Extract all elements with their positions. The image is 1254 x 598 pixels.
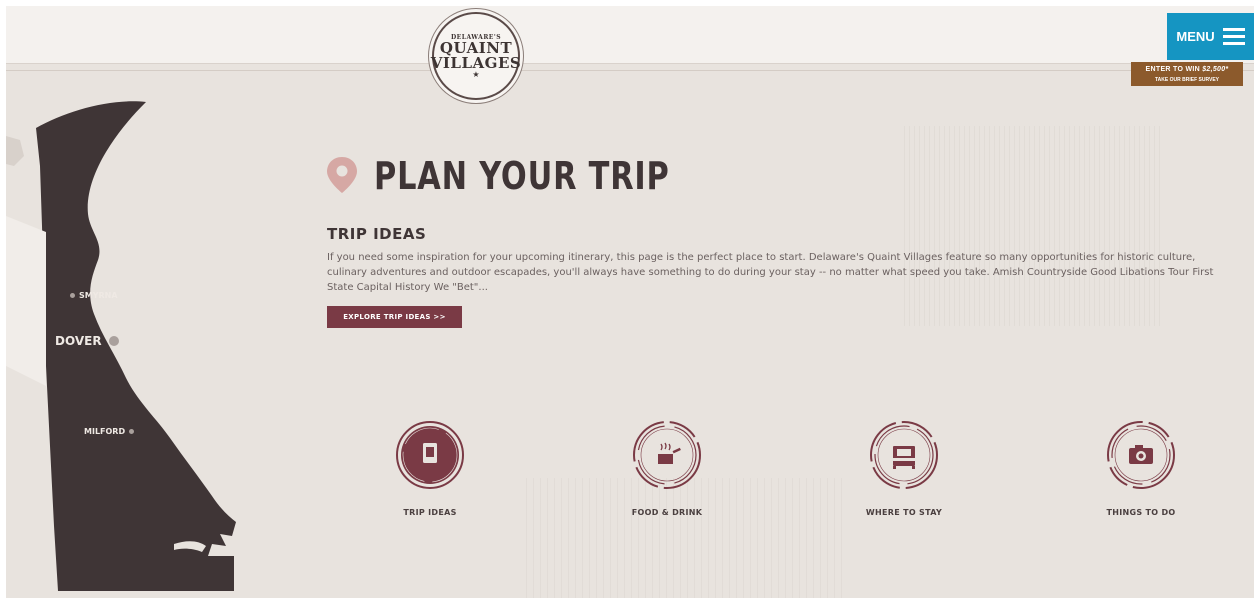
map-town-milford: MILFORD: [84, 427, 135, 436]
category-label: WHERE TO STAY: [865, 508, 943, 517]
category-trip-ideas[interactable]: TRIP IDEAS: [355, 420, 505, 517]
category-food-drink[interactable]: FOOD & DRINK: [592, 420, 742, 517]
menu-label: MENU: [1176, 29, 1215, 44]
survey-button[interactable]: ENTER TO WIN $2,500* TAKE OUR BRIEF SURV…: [1131, 62, 1243, 86]
page-title: PLAN YOUR TRIP: [374, 154, 670, 198]
hamburger-icon: [1222, 28, 1245, 45]
survey-prefix: ENTER TO WIN: [1145, 66, 1203, 73]
map-town-dover: DOVER: [55, 334, 119, 348]
map-town-smyrna: SMYRNA: [70, 291, 118, 300]
category-label: THINGS TO DO: [1106, 508, 1176, 517]
category-label: FOOD & DRINK: [631, 508, 703, 517]
wood-texture-decoration: [904, 126, 1164, 326]
trip-ideas-icon: [396, 421, 464, 489]
survey-line-2: TAKE OUR BRIEF SURVEY: [1155, 77, 1219, 83]
food-drink-icon: [633, 421, 701, 489]
category-label: TRIP IDEAS: [403, 508, 457, 517]
delaware-map: [6, 101, 236, 592]
town-name: MILFORD: [84, 427, 126, 436]
explore-trip-ideas-button[interactable]: EXPLORE TRIP IDEAS >>: [327, 306, 462, 328]
bed-icon: [870, 421, 938, 489]
survey-amount: $2,500*: [1202, 66, 1229, 73]
town-dot-icon: [108, 336, 119, 346]
land-shadow-shape: [6, 216, 46, 386]
category-things-to-do[interactable]: THINGS TO DO: [1066, 420, 1216, 517]
page-background: SMYRNA DOVER MILFORD DELAWARE'S QUAINT V…: [6, 6, 1254, 598]
menu-button[interactable]: MENU: [1167, 13, 1254, 60]
map-pin-icon: [327, 157, 357, 193]
town-dot-icon: [129, 429, 135, 434]
quaint-villages-logo[interactable]: DELAWARE'S QUAINT VILLAGES ★: [430, 12, 522, 100]
logo-star-icon: ★: [472, 69, 480, 79]
town-name: SMYRNA: [79, 291, 118, 300]
category-where-to-stay[interactable]: WHERE TO STAY: [829, 420, 979, 517]
survey-line-1: ENTER TO WIN $2,500*: [1131, 65, 1243, 75]
camera-icon: [1107, 421, 1175, 489]
maryland-edge-shape: [6, 136, 24, 166]
town-dot-icon: [70, 293, 75, 298]
section-body-text: If you need some inspiration for your up…: [327, 252, 1214, 293]
section-heading: TRIP IDEAS: [327, 225, 427, 243]
town-name: DOVER: [55, 334, 102, 348]
logo-line-2: VILLAGES: [430, 53, 522, 72]
